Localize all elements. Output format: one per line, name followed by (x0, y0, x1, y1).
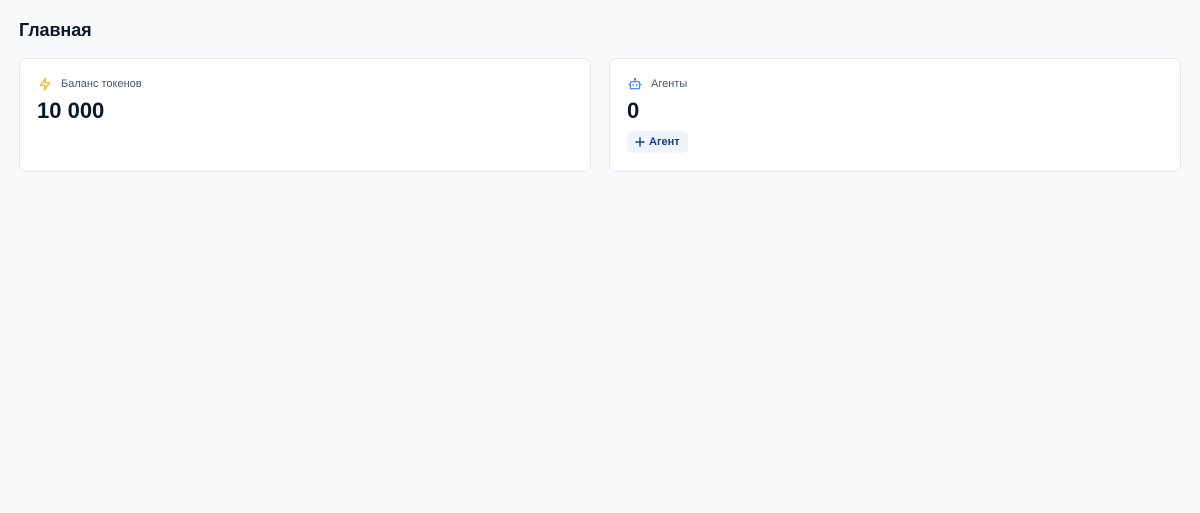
stats-cards: Баланс токенов 10 000 Агенты 0 Агент (19, 58, 1181, 172)
token-balance-header: Баланс токенов (37, 76, 573, 92)
dashboard-page: Главная Баланс токенов 10 000 Агенты 0 А… (0, 0, 1200, 513)
lightning-icon (37, 76, 53, 92)
agents-label: Агенты (651, 78, 688, 90)
agents-count-value: 0 (627, 98, 640, 123)
token-balance-value: 10 000 (37, 98, 105, 123)
token-balance-card: Баланс токенов 10 000 (19, 58, 591, 172)
robot-icon (627, 76, 643, 92)
page-title: Главная (19, 20, 92, 40)
agents-header: Агенты (627, 76, 1163, 92)
plus-icon (635, 137, 645, 147)
token-balance-label: Баланс токенов (61, 78, 142, 90)
add-agent-button-label: Агент (649, 136, 680, 148)
agents-card: Агенты 0 Агент (609, 58, 1181, 172)
add-agent-button[interactable]: Агент (627, 131, 688, 153)
